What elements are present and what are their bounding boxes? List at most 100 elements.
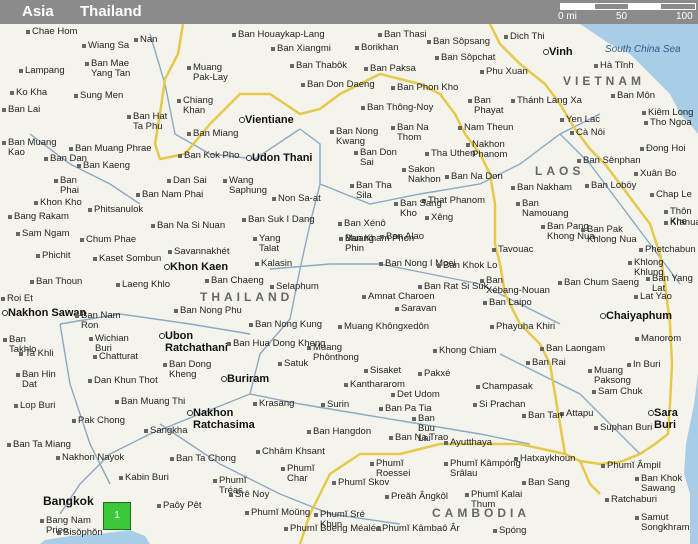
place-label-laeng-khlo[interactable]: Laeng Khlo [122, 280, 170, 290]
place-label-ban-houaykap-lang[interactable]: Ban Houaykap-Lang [238, 30, 325, 40]
place-label-ban-s-psang[interactable]: Ban Sôpsang [433, 37, 490, 47]
place-label-sara-buri[interactable]: Sara Buri [654, 407, 698, 431]
place-label-amnat-charoen[interactable]: Amnat Charoen [368, 292, 435, 302]
place-label-phum-boeng-m-al-a[interactable]: Phumĭ Boeng Méaléa [290, 524, 381, 534]
place-label-pre-h-ngk-l[interactable]: Preăh Ângkôl [391, 492, 448, 502]
place-label-ban-khok-lo[interactable]: Ban Khok Lo [443, 261, 497, 271]
place-label-ban-dong-kheng[interactable]: Ban Dong Kheng [169, 360, 211, 380]
place-label-tho-ngoa[interactable]: Tho Ngoa [650, 118, 692, 128]
place-label-ban-na-don[interactable]: Ban Na Don [451, 172, 503, 182]
place-label-ban-mae-yang-tan[interactable]: Ban Mae Yang Tan [91, 59, 130, 79]
place-label-ban-thab-k[interactable]: Ban Thabôk [296, 61, 347, 71]
place-label-h-t-nh[interactable]: Hà Tĩnh [600, 61, 634, 71]
place-label-phum-k-mp-ng-sr-lau[interactable]: Phumĭ Kâmpóng Srâlau [450, 459, 521, 479]
place-label-ban-muang-thi[interactable]: Ban Muang Thi [121, 397, 185, 407]
place-label-selaphum[interactable]: Selaphum [276, 282, 319, 292]
place-label-ban-phayat[interactable]: Ban Phayat [474, 96, 504, 116]
place-label-phum-mo-ng[interactable]: Phumĭ Moŭng [251, 508, 310, 518]
place-label-lop-buri[interactable]: Lop Buri [20, 401, 55, 411]
place-label-phum-char[interactable]: Phumĭ Char [287, 464, 314, 484]
place-label-ban-thoun[interactable]: Ban Thoun [36, 277, 82, 287]
place-label-surin[interactable]: Surin [327, 400, 349, 410]
place-label-xu-n-bo[interactable]: Xuân Bo [640, 169, 676, 179]
place-label-chh-m-khsant[interactable]: Chhâm Khsant [262, 447, 325, 457]
place-label-ban-nong-phu[interactable]: Ban Nong Phu [180, 306, 242, 316]
place-label-ban-x-bang-nouan[interactable]: Ban Xébang-Nouan [486, 276, 550, 296]
place-label-tavouac[interactable]: Tavouac [498, 245, 533, 255]
place-label-dan-sai[interactable]: Dan Sai [173, 176, 207, 186]
place-label-phetchabun[interactable]: Phetchabun [645, 245, 696, 255]
place-label-hatxaykhoun[interactable]: Hatxaykhoun [520, 454, 575, 464]
place-label-wang-saphung[interactable]: Wang Saphung [229, 176, 267, 196]
place-label-phum-roessei[interactable]: Phumĭ Roessei [376, 459, 410, 479]
place-label-si-prachan[interactable]: Si Prachan [479, 400, 525, 410]
place-label-ban-don-daeng[interactable]: Ban Don Daeng [307, 80, 375, 90]
place-label-ban-na-trao[interactable]: Ban Na Trao [395, 433, 448, 443]
place-label-c-n-i[interactable]: Cà Nôi [576, 128, 605, 138]
place-label-krasang[interactable]: Krasang [259, 399, 294, 409]
place-label-chap-le[interactable]: Chap Le [656, 190, 692, 200]
place-label-ban-khok-sawang[interactable]: Ban Khok Sawang [641, 474, 698, 494]
place-label-ban-tan[interactable]: Ban Tan [528, 411, 563, 421]
place-label-phum-skov[interactable]: Phumĭ Skov [338, 478, 389, 488]
place-label-non-sa-at[interactable]: Non Sa-at [278, 194, 321, 204]
place-label-bang-rakam[interactable]: Bang Rakam [14, 212, 69, 222]
place-label-ban-nong-kwang[interactable]: Ban Nong Kwang [336, 127, 378, 147]
place-label-ban-nam-ron[interactable]: Ban Nam Ron [81, 311, 121, 331]
place-label-nakhon-ratchasima[interactable]: Nakhon Ratchasima [193, 407, 255, 431]
place-label-pakx[interactable]: Pakxé [424, 369, 450, 379]
place-label-ayutthaya[interactable]: Ayutthaya [450, 438, 492, 448]
place-label-chum-phae[interactable]: Chum Phae [86, 235, 136, 245]
place-label-ban-lob-y[interactable]: Ban Loböy [591, 181, 636, 191]
place-label-ban-laongam[interactable]: Ban Laongam [546, 344, 605, 354]
place-label-khong-chiam[interactable]: Khong Chiam [439, 346, 497, 356]
place-label-chaiyaphum[interactable]: Chaiyaphum [606, 310, 672, 322]
place-label-ban-lai[interactable]: Ban Lai [8, 105, 40, 115]
place-label-samut-songkhram[interactable]: Samut Songkhram [641, 513, 698, 533]
place-label-ratchaburi[interactable]: Ratchaburi [611, 495, 657, 505]
place-label-satuk[interactable]: Satuk [284, 359, 308, 369]
place-label-ban-x-n[interactable]: Ban Xénô [344, 219, 386, 229]
place-label-kalasin[interactable]: Kalasin [261, 259, 292, 269]
place-label-chiang-khan[interactable]: Chiang Khan [183, 96, 213, 116]
place-label-ban-hua-dong-kheng[interactable]: Ban Hua Dong Kheng [233, 339, 325, 349]
place-label-ban-phon-kho[interactable]: Ban Phon Kho [397, 83, 458, 93]
place-label-ban-alao[interactable]: Ban Alao [386, 232, 424, 242]
place-label-khon-kho[interactable]: Khon Kho [40, 198, 82, 208]
place-label-savannakh-t[interactable]: Savannakhét [174, 247, 229, 257]
place-label-chae-hom[interactable]: Chae Hom [32, 27, 77, 37]
place-label-kabin-buri[interactable]: Kabin Buri [125, 473, 169, 483]
place-label-ban-nakham[interactable]: Ban Nakham [517, 183, 572, 193]
zoom-level-button[interactable]: 1 [103, 502, 131, 530]
place-label-yang-talat[interactable]: Yang Talat [259, 234, 280, 254]
place-label-ban-xiangmi[interactable]: Ban Xiangmi [277, 44, 331, 54]
place-label-sam-chuk[interactable]: Sam Chuk [598, 387, 642, 397]
place-label-lampang[interactable]: Lampang [25, 66, 65, 76]
place-label-attapu[interactable]: Attapu [566, 409, 593, 419]
place-label-det-udom[interactable]: Det Udom [397, 390, 440, 400]
place-label-vinh[interactable]: Vinh [549, 46, 573, 58]
place-label-x-ng[interactable]: Xêng [431, 213, 453, 223]
place-label-ta-khli[interactable]: Ta Khli [25, 349, 54, 359]
place-label-ban-hin-dat[interactable]: Ban Hin Dat [22, 370, 56, 390]
place-label-ban-m-n[interactable]: Ban Môn [617, 91, 655, 101]
place-label-ong-hoi[interactable]: Đong Hoi [646, 144, 686, 154]
place-label-lat-yao[interactable]: Lat Yao [640, 292, 672, 302]
place-label-ko-kha[interactable]: Ko Kha [16, 88, 47, 98]
place-label-sp-ng[interactable]: Spóng [499, 526, 526, 536]
breadcrumb-country[interactable]: Thailand [80, 3, 142, 20]
place-label-ban-hat-ta-phu[interactable]: Ban Hat Ta Phu [133, 112, 167, 132]
place-label-ban-dan[interactable]: Ban Dan [50, 154, 87, 164]
place-label-khon-kaen[interactable]: Khon Kaen [170, 261, 228, 273]
place-label-in-buri[interactable]: In Buri [633, 360, 660, 370]
place-label-ban-kok-pho[interactable]: Ban Kok Pho [184, 151, 239, 161]
place-label-ban-tha-sila[interactable]: Ban Tha Sila [356, 181, 392, 201]
place-label-nan[interactable]: Nan [140, 35, 157, 45]
place-label-champasak[interactable]: Champasak [482, 382, 533, 392]
place-label-kranuan[interactable]: Kranuan [670, 218, 698, 228]
place-label-ban-sang[interactable]: Ban Sang [528, 478, 570, 488]
place-label-th-nh-lang-xa[interactable]: Thánh Lang Xa [517, 96, 582, 106]
place-label-ban-laipo[interactable]: Ban Laipo [489, 298, 532, 308]
place-label-vientiane[interactable]: Vientiane [245, 114, 294, 126]
place-label-tha-uthen[interactable]: Tha Uthen [431, 149, 475, 159]
